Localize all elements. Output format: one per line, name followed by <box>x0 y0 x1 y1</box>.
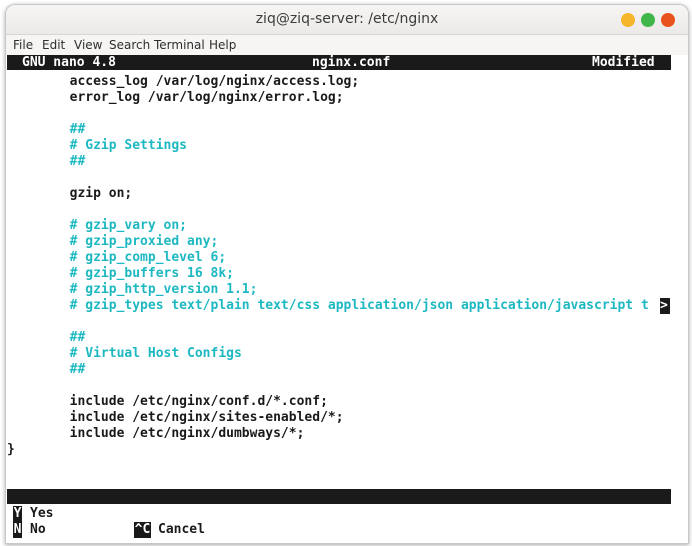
menu-search[interactable]: Search <box>109 38 150 52</box>
cancel-key[interactable]: ^C <box>134 522 151 538</box>
menu-view[interactable]: View <box>74 38 102 52</box>
no-key[interactable]: N <box>13 522 22 538</box>
code-line: # gzip_comp_level 6; <box>7 250 227 265</box>
cancel-option[interactable]: Cancel <box>158 522 205 538</box>
code-line: gzip on; <box>7 186 133 201</box>
code-line: } <box>7 442 15 457</box>
nano-modified-status: Modified <box>592 55 655 70</box>
save-prompt-text: Save modified buffer? <box>53 504 219 519</box>
line-overflow-marker: > <box>660 298 670 314</box>
menu-file[interactable]: File <box>13 38 33 52</box>
code-line: # gzip_http_version 1.1; <box>7 282 258 297</box>
code-line: # Gzip Settings <box>7 138 188 153</box>
no-option[interactable]: No <box>30 522 46 538</box>
menu-edit[interactable]: Edit <box>42 38 65 52</box>
code-line: ## <box>7 330 86 345</box>
code-line: # Virtual Host Configs <box>7 346 242 361</box>
code-line: # gzip_types text/plain text/css applica… <box>7 298 649 313</box>
nano-title-bar: GNU nano 4.8 nginx.conf Modified <box>7 55 671 70</box>
yes-option[interactable]: Yes <box>30 506 53 522</box>
window-title: ziq@ziq-server: /etc/nginx <box>255 11 439 27</box>
close-button[interactable] <box>661 13 675 27</box>
code-line: ## <box>7 122 86 137</box>
code-line: # gzip_proxied any; <box>7 234 219 249</box>
menu-help[interactable]: Help <box>209 38 236 52</box>
title-bar[interactable]: ziq@ziq-server: /etc/nginx <box>6 5 688 35</box>
save-prompt: Save modified buffer? <box>7 489 671 519</box>
nano-version: GNU nano 4.8 <box>22 55 116 70</box>
menu-bar: File Edit View Search Terminal Help <box>6 35 688 55</box>
code-line: include /etc/nginx/conf.d/*.conf; <box>7 394 328 409</box>
code-line: include /etc/nginx/dumbways/*; <box>7 426 305 441</box>
code-line: error_log /var/log/nginx/error.log; <box>7 90 344 105</box>
nano-filename: nginx.conf <box>312 55 391 70</box>
minimize-button[interactable] <box>621 13 635 27</box>
menu-terminal[interactable]: Terminal <box>154 38 205 52</box>
code-line: access_log /var/log/nginx/access.log; <box>7 74 360 89</box>
terminal-window: ziq@ziq-server: /etc/nginx File Edit Vie… <box>5 4 689 544</box>
code-line: # gzip_buffers 16 8k; <box>7 266 234 281</box>
code-line: ## <box>7 362 86 377</box>
code-line: ## <box>7 154 86 169</box>
yes-key[interactable]: Y <box>13 506 22 522</box>
code-line: include /etc/nginx/sites-enabled/*; <box>7 410 344 425</box>
maximize-button[interactable] <box>641 13 655 27</box>
terminal-area[interactable]: GNU nano 4.8 nginx.conf Modified access_… <box>6 55 688 543</box>
code-line: # gzip_vary on; <box>7 218 188 233</box>
